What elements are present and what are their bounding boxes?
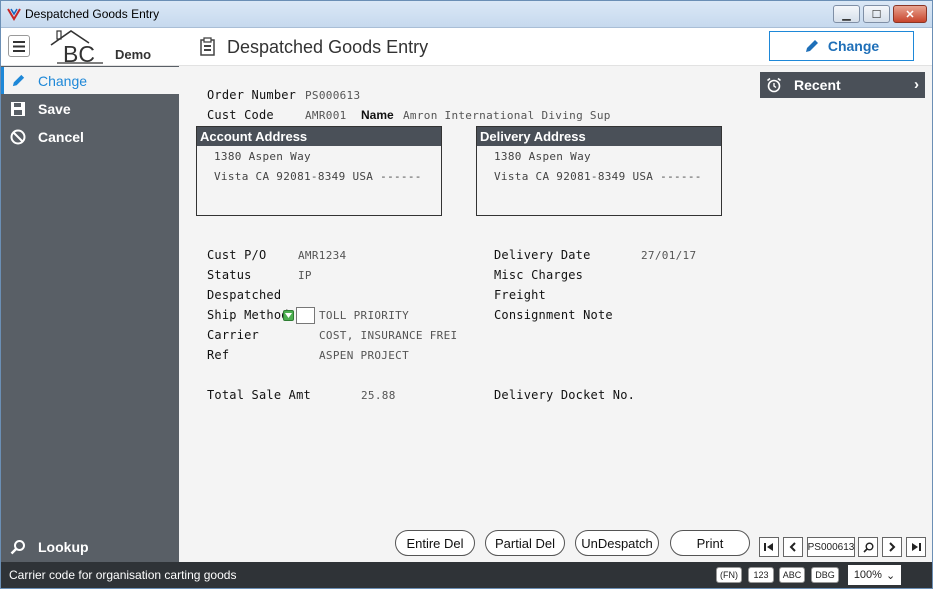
carrier-label: Carrier	[207, 328, 259, 342]
pencil-icon	[805, 40, 818, 52]
ref-value[interactable]: ASPEN PROJECT	[319, 349, 409, 362]
sidebar-item-label: Change	[38, 72, 88, 89]
zoom-select[interactable]: 100% ⌄	[848, 565, 901, 585]
consignment-note-label: Consignment Note	[494, 308, 613, 322]
sidebar-item-cancel[interactable]: Cancel	[1, 123, 179, 150]
window-title: Despatched Goods Entry	[25, 7, 160, 21]
chevron-down-icon: ⌄	[885, 569, 896, 582]
ship-method-value: TOLL PRIORITY	[319, 309, 409, 322]
caps-indicator[interactable]: ABC	[779, 567, 805, 583]
misc-charges-label: Misc Charges	[494, 268, 584, 282]
menu-button[interactable]	[8, 35, 30, 57]
name-label: Name	[361, 108, 394, 122]
delivery-address-title: Delivery Address	[477, 127, 721, 146]
print-button[interactable]: Print	[670, 530, 750, 556]
delivery-address-line1[interactable]: 1380 Aspen Way	[494, 150, 591, 163]
previous-record-button[interactable]	[783, 537, 803, 557]
partial-del-button[interactable]: Partial Del	[485, 530, 565, 556]
close-icon: ✕	[905, 8, 915, 21]
account-address-title: Account Address	[197, 127, 441, 146]
app-logo-icon	[7, 8, 21, 21]
order-number-label: Order Number	[207, 88, 297, 102]
ship-method-code-field[interactable]	[296, 307, 315, 324]
hamburger-icon	[13, 40, 25, 52]
first-record-button[interactable]	[759, 537, 779, 557]
undespatch-button[interactable]: UnDespatch	[575, 530, 659, 556]
despatched-label: Despatched	[207, 288, 282, 302]
delivery-date-value[interactable]: 27/01/17	[641, 249, 696, 262]
record-number-field[interactable]: PS000613	[807, 537, 855, 557]
logo-demo-label: Demo	[115, 47, 152, 62]
carrier-value[interactable]: COST, INSURANCE FREI	[319, 329, 457, 342]
sidebar-item-label: Cancel	[38, 128, 84, 145]
status-bar: Carrier code for organisation carting go…	[1, 562, 932, 588]
search-icon	[862, 542, 873, 553]
order-number-value[interactable]: PS000613	[305, 89, 360, 102]
account-address-panel: Account Address 1380 Aspen Way Vista CA …	[196, 126, 442, 216]
status-message: Carrier code for organisation carting go…	[9, 568, 237, 582]
sidebar: Change Save Cancel Lookup	[1, 66, 179, 562]
recent-label: Recent	[794, 77, 841, 93]
app-window: Despatched Goods Entry ▁ ☐ ✕ BC Demo Des…	[0, 0, 933, 589]
change-button[interactable]: Change	[769, 31, 914, 61]
ref-label: Ref	[207, 348, 230, 362]
first-icon	[764, 543, 773, 551]
ship-method-label: Ship Method	[207, 308, 289, 322]
cust-po-label: Cust P/O	[207, 248, 267, 262]
last-record-button[interactable]	[906, 537, 926, 557]
zoom-value: 100%	[853, 569, 882, 581]
maximize-icon: ☐	[871, 8, 882, 21]
entire-del-button[interactable]: Entire Del	[395, 530, 475, 556]
clipboard-icon	[200, 37, 215, 56]
record-search-button[interactable]	[858, 537, 878, 557]
delivery-docket-label: Delivery Docket No.	[494, 388, 636, 402]
ship-method-dropdown[interactable]	[283, 310, 294, 321]
sidebar-item-lookup[interactable]: Lookup	[1, 533, 179, 560]
delivery-address-panel: Delivery Address 1380 Aspen Way Vista CA…	[476, 126, 722, 216]
fn-indicator[interactable]: (FN)	[716, 567, 742, 583]
debug-indicator[interactable]: DBG	[811, 567, 839, 583]
delivery-address-line2[interactable]: Vista CA 92081-8349 USA ------	[494, 170, 702, 183]
name-value: Amron International Diving Sup	[403, 109, 611, 122]
next-record-button[interactable]	[882, 537, 902, 557]
app-header: BC Demo Despatched Goods Entry Change	[1, 28, 932, 66]
freight-label: Freight	[494, 288, 546, 302]
delivery-date-label: Delivery Date	[494, 248, 591, 262]
save-icon	[9, 100, 27, 118]
sidebar-item-save[interactable]: Save	[1, 95, 179, 122]
close-button[interactable]: ✕	[893, 5, 927, 23]
change-button-label: Change	[827, 38, 880, 54]
maximize-button[interactable]: ☐	[863, 5, 890, 23]
cust-code-label: Cust Code	[207, 108, 274, 122]
pencil-icon	[9, 72, 27, 90]
sidebar-item-change[interactable]: Change	[1, 67, 179, 94]
numlock-indicator[interactable]: 123	[748, 567, 774, 583]
alarm-clock-icon	[767, 77, 781, 93]
sidebar-item-label: Save	[38, 100, 71, 117]
account-address-line1[interactable]: 1380 Aspen Way	[214, 150, 311, 163]
minimize-button[interactable]: ▁	[833, 5, 860, 23]
recent-panel-toggle[interactable]: Recent ›	[760, 72, 925, 98]
chevron-right-icon	[889, 542, 896, 552]
company-logo: BC	[50, 30, 103, 66]
status-value: IP	[298, 269, 312, 282]
cancel-icon	[9, 128, 27, 146]
total-sale-value: 25.88	[361, 389, 396, 402]
status-label: Status	[207, 268, 252, 282]
minimize-icon: ▁	[842, 8, 851, 21]
last-icon	[912, 543, 921, 551]
search-icon	[9, 538, 27, 556]
cust-code-value[interactable]: AMR001	[305, 109, 347, 122]
chevron-down-icon	[285, 313, 292, 318]
sidebar-item-label: Lookup	[38, 538, 89, 555]
total-sale-label: Total Sale Amt	[207, 388, 311, 402]
logo-text: BC	[63, 41, 95, 66]
page-title: Despatched Goods Entry	[227, 37, 429, 57]
chevron-right-icon: ›	[914, 76, 919, 93]
title-bar: Despatched Goods Entry ▁ ☐ ✕	[1, 1, 932, 28]
account-address-line2[interactable]: Vista CA 92081-8349 USA ------	[214, 170, 422, 183]
chevron-left-icon	[789, 542, 796, 552]
cust-po-value[interactable]: AMR1234	[298, 249, 346, 262]
